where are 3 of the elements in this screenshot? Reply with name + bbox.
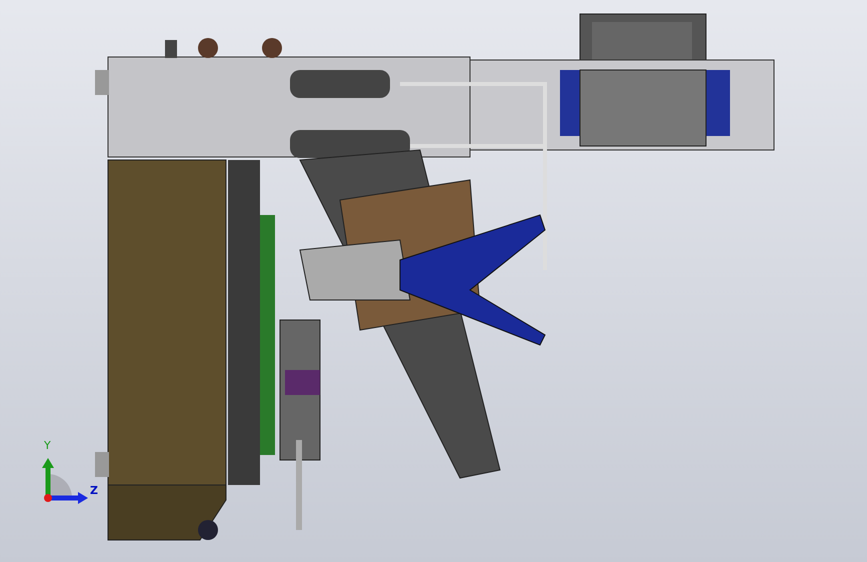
z-axis-label: Z [90,485,98,497]
cad-viewport[interactable]: Y Z [0,0,867,562]
y-axis-label: Y [44,440,51,452]
